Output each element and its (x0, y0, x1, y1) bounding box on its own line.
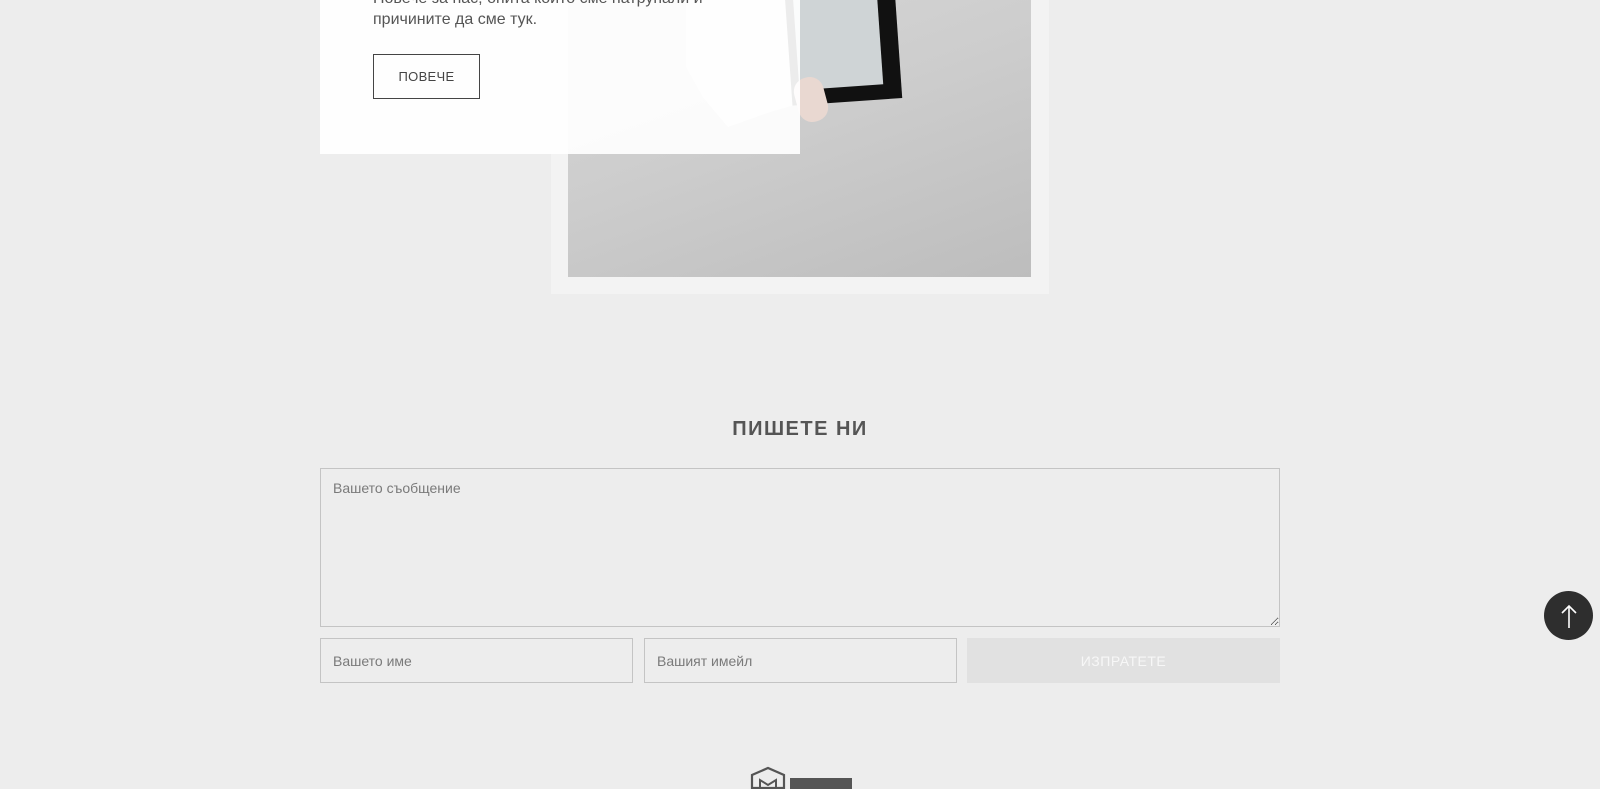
contact-title: ПИШЕТЕ НИ (732, 418, 868, 440)
send-button[interactable]: ИЗПРАТЕТЕ (967, 638, 1280, 683)
back-to-top-button[interactable] (1544, 591, 1593, 640)
page: Повече за нас, опита които сме натрупали… (0, 0, 1600, 789)
arrow-up-icon (1560, 604, 1577, 628)
about-card: Повече за нас, опита които сме натрупали… (320, 0, 800, 154)
message-input[interactable] (320, 468, 1280, 627)
name-input[interactable] (320, 638, 633, 683)
email-input[interactable] (644, 638, 957, 683)
about-text: Повече за нас, опита които сме натрупали… (373, 0, 703, 28)
more-button[interactable]: ПОВЕЧЕ (373, 54, 480, 99)
logo-icon (750, 766, 852, 789)
